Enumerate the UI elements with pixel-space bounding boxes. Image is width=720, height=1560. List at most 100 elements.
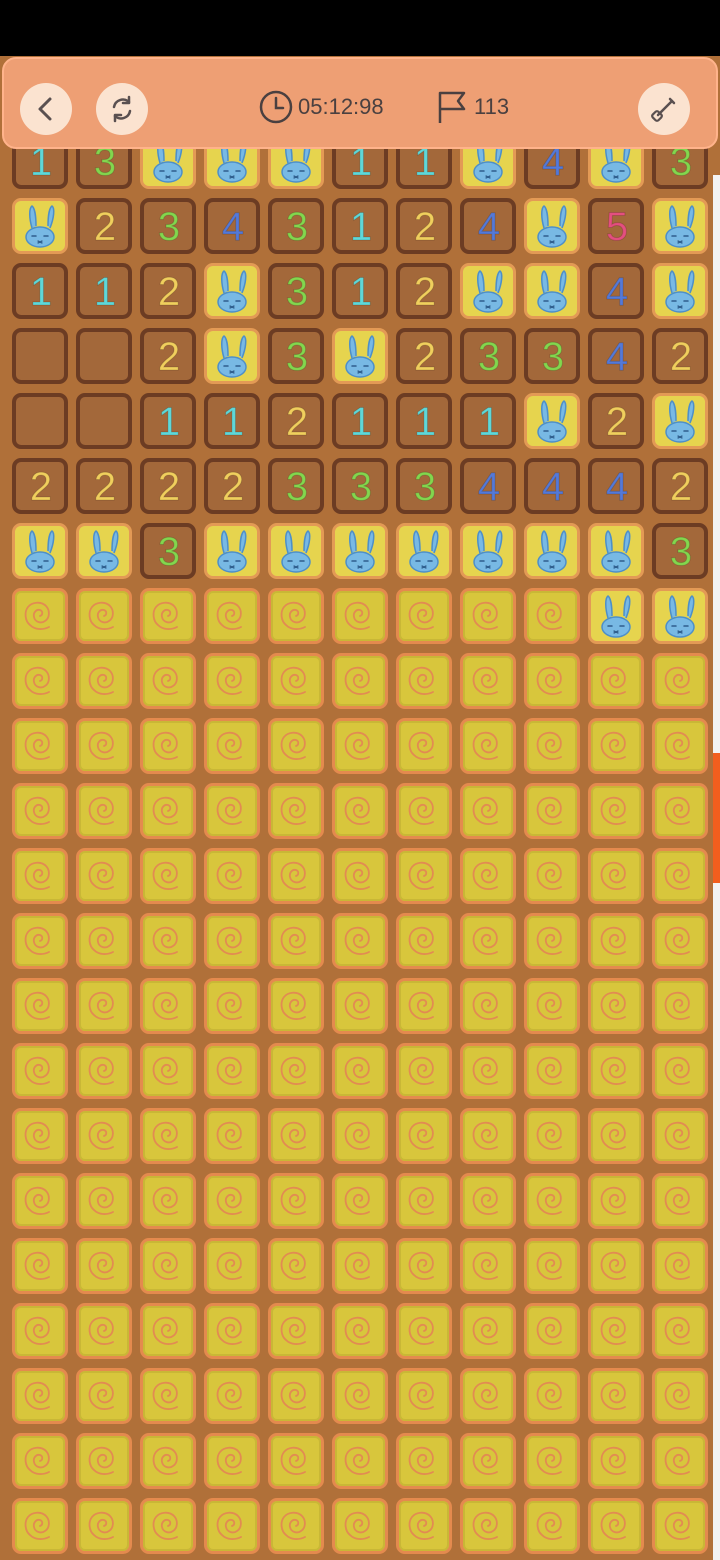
cell-empty[interactable]: [9, 325, 73, 389]
cell-number[interactable]: 3: [137, 195, 201, 259]
cell-hidden[interactable]: [393, 1365, 457, 1429]
cell-hidden[interactable]: [137, 650, 201, 714]
cell-hidden[interactable]: [521, 715, 585, 779]
cell-bunny[interactable]: [329, 325, 393, 389]
cell-hidden[interactable]: [457, 1430, 521, 1494]
cell-empty[interactable]: [73, 390, 137, 454]
cell-number[interactable]: 3: [649, 520, 713, 584]
cell-number[interactable]: 3: [265, 455, 329, 519]
cell-number[interactable]: 4: [521, 455, 585, 519]
cell-bunny[interactable]: [457, 260, 521, 324]
cell-number[interactable]: 4: [457, 455, 521, 519]
cell-hidden[interactable]: [585, 910, 649, 974]
cell-hidden[interactable]: [137, 1300, 201, 1364]
cell-hidden[interactable]: [393, 780, 457, 844]
cell-hidden[interactable]: [201, 1170, 265, 1234]
cell-hidden[interactable]: [201, 1430, 265, 1494]
cell-hidden[interactable]: [73, 650, 137, 714]
cell-number[interactable]: 1: [393, 390, 457, 454]
cell-number[interactable]: 3: [265, 260, 329, 324]
cell-hidden[interactable]: [9, 1300, 73, 1364]
cell-hidden[interactable]: [201, 715, 265, 779]
cell-hidden[interactable]: [265, 780, 329, 844]
cell-hidden[interactable]: [9, 1105, 73, 1169]
cell-hidden[interactable]: [329, 910, 393, 974]
cell-hidden[interactable]: [329, 1170, 393, 1234]
cell-hidden[interactable]: [137, 1430, 201, 1494]
cell-hidden[interactable]: [649, 1430, 713, 1494]
cell-bunny[interactable]: [329, 520, 393, 584]
cell-bunny[interactable]: [521, 520, 585, 584]
cell-hidden[interactable]: [329, 650, 393, 714]
cell-hidden[interactable]: [73, 845, 137, 909]
cell-bunny[interactable]: [9, 520, 73, 584]
cell-number[interactable]: 1: [201, 390, 265, 454]
cell-number[interactable]: 4: [457, 195, 521, 259]
cell-number[interactable]: 3: [521, 325, 585, 389]
cell-hidden[interactable]: [137, 585, 201, 649]
cell-hidden[interactable]: [585, 1170, 649, 1234]
cell-hidden[interactable]: [201, 910, 265, 974]
cell-hidden[interactable]: [521, 1040, 585, 1104]
cell-hidden[interactable]: [457, 845, 521, 909]
cell-number[interactable]: 2: [137, 325, 201, 389]
cell-hidden[interactable]: [265, 650, 329, 714]
cell-hidden[interactable]: [329, 585, 393, 649]
cell-hidden[interactable]: [457, 1365, 521, 1429]
cell-hidden[interactable]: [649, 650, 713, 714]
cell-hidden[interactable]: [329, 845, 393, 909]
cell-hidden[interactable]: [585, 1105, 649, 1169]
cell-hidden[interactable]: [137, 1235, 201, 1299]
cell-number[interactable]: 4: [585, 260, 649, 324]
cell-hidden[interactable]: [393, 1300, 457, 1364]
cell-number[interactable]: 2: [201, 455, 265, 519]
cell-hidden[interactable]: [457, 1235, 521, 1299]
cell-hidden[interactable]: [9, 1365, 73, 1429]
cell-hidden[interactable]: [521, 1235, 585, 1299]
cell-hidden[interactable]: [649, 910, 713, 974]
cell-number[interactable]: 3: [265, 325, 329, 389]
cell-hidden[interactable]: [265, 1430, 329, 1494]
cell-number[interactable]: 2: [137, 260, 201, 324]
cell-hidden[interactable]: [585, 1040, 649, 1104]
cell-hidden[interactable]: [649, 845, 713, 909]
cell-hidden[interactable]: [585, 975, 649, 1039]
cell-number[interactable]: 2: [137, 455, 201, 519]
cell-number[interactable]: 2: [649, 455, 713, 519]
cell-hidden[interactable]: [585, 845, 649, 909]
cell-hidden[interactable]: [73, 1430, 137, 1494]
cell-hidden[interactable]: [329, 1430, 393, 1494]
cell-hidden[interactable]: [649, 715, 713, 779]
cell-hidden[interactable]: [137, 1170, 201, 1234]
cell-number[interactable]: 2: [393, 260, 457, 324]
cell-number[interactable]: 3: [137, 520, 201, 584]
cell-hidden[interactable]: [73, 1235, 137, 1299]
cell-number[interactable]: 2: [393, 195, 457, 259]
cell-hidden[interactable]: [265, 715, 329, 779]
cell-hidden[interactable]: [521, 585, 585, 649]
cell-number[interactable]: 1: [329, 195, 393, 259]
cell-hidden[interactable]: [393, 715, 457, 779]
cell-number[interactable]: 2: [73, 195, 137, 259]
cell-number[interactable]: 1: [329, 390, 393, 454]
cell-hidden[interactable]: [585, 1235, 649, 1299]
cell-hidden[interactable]: [585, 1365, 649, 1429]
cell-hidden[interactable]: [201, 1495, 265, 1559]
cell-hidden[interactable]: [393, 845, 457, 909]
cell-bunny[interactable]: [201, 260, 265, 324]
cell-hidden[interactable]: [393, 1170, 457, 1234]
cell-hidden[interactable]: [73, 1040, 137, 1104]
cell-hidden[interactable]: [649, 1170, 713, 1234]
cell-hidden[interactable]: [9, 845, 73, 909]
cell-empty[interactable]: [73, 325, 137, 389]
cell-number[interactable]: 4: [585, 455, 649, 519]
cell-hidden[interactable]: [265, 1170, 329, 1234]
cell-hidden[interactable]: [521, 1105, 585, 1169]
cell-hidden[interactable]: [137, 845, 201, 909]
cell-hidden[interactable]: [201, 845, 265, 909]
cell-hidden[interactable]: [457, 1300, 521, 1364]
dig-mode-button[interactable]: [638, 83, 690, 135]
cell-hidden[interactable]: [265, 1495, 329, 1559]
cell-hidden[interactable]: [521, 1495, 585, 1559]
cell-hidden[interactable]: [137, 1495, 201, 1559]
